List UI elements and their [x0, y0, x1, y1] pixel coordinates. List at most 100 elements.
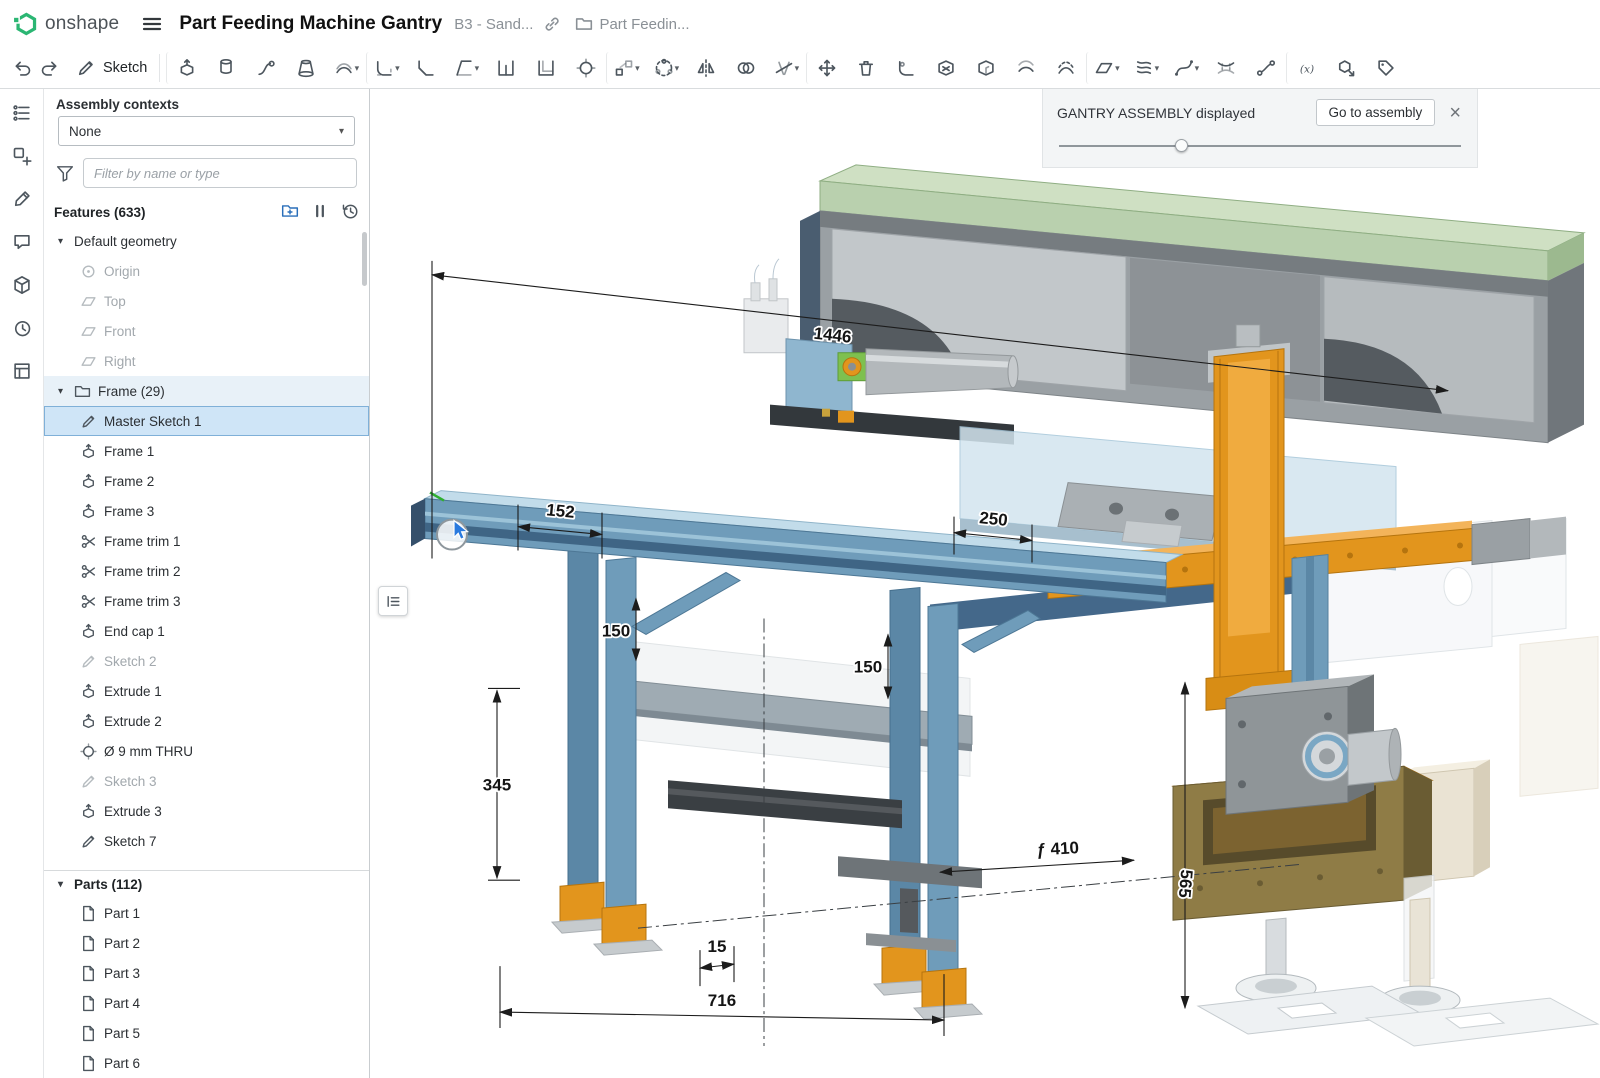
rail-history-button[interactable]: [7, 314, 37, 342]
tool-hole[interactable]: [566, 52, 606, 84]
tool-move-face[interactable]: [966, 52, 1006, 84]
tool-draft-caret-icon[interactable]: ▾: [475, 63, 480, 74]
dim-15[interactable]: 15: [708, 937, 727, 956]
tool-fillet-caret-icon[interactable]: ▾: [395, 63, 400, 74]
tool-tag[interactable]: [1366, 52, 1406, 84]
feature-row-default-geometry[interactable]: ▾Default geometry: [44, 226, 369, 256]
tool-fit-spline[interactable]: ▾: [1166, 52, 1206, 84]
tree-scrollbar[interactable]: [362, 232, 367, 286]
parts-header[interactable]: ▾ Parts (112): [44, 870, 369, 898]
redo-button[interactable]: [36, 53, 64, 83]
tool-extrude[interactable]: [166, 52, 206, 84]
version-label[interactable]: B3 - Sand...: [454, 16, 533, 33]
tool-bridging-curve[interactable]: [1246, 52, 1286, 84]
rail-insert-button[interactable]: [7, 142, 37, 170]
feature-row-sketch-7[interactable]: Sketch 7: [44, 826, 369, 856]
sketch-button[interactable]: Sketch: [68, 54, 160, 82]
rollback-button[interactable]: [341, 202, 359, 223]
feature-row-9-mm-thru[interactable]: Ø 9 mm THRU: [44, 736, 369, 766]
tool-draft[interactable]: ▾: [446, 52, 486, 84]
part-row-part-2[interactable]: Part 2: [44, 928, 369, 958]
tool-helix[interactable]: ▾: [1126, 52, 1166, 84]
tool-linear-pattern-caret-icon[interactable]: ▾: [635, 63, 640, 74]
tool-split-caret-icon[interactable]: ▾: [795, 63, 800, 74]
onshape-logo[interactable]: onshape: [12, 11, 119, 37]
caret-down-icon[interactable]: ▾: [54, 879, 67, 890]
tool-thicken[interactable]: ▾: [326, 52, 366, 84]
dim-345[interactable]: 345: [483, 775, 511, 794]
tool-delete-face[interactable]: [926, 52, 966, 84]
caret-down-icon[interactable]: ▾: [54, 386, 67, 397]
tool-derived[interactable]: [1326, 52, 1366, 84]
feature-row-extrude-1[interactable]: Extrude 1: [44, 676, 369, 706]
main-menu-button[interactable]: [139, 11, 165, 37]
rail-feature-list-button[interactable]: [7, 99, 37, 127]
feature-list-toggle-button[interactable]: [378, 586, 408, 616]
feature-row-end-cap-1[interactable]: End cap 1: [44, 616, 369, 646]
part-row-part-4[interactable]: Part 4: [44, 988, 369, 1018]
feature-row-frame-2[interactable]: Frame 2: [44, 466, 369, 496]
tool-variable[interactable]: (x): [1286, 52, 1326, 84]
feature-row-origin[interactable]: Origin: [44, 256, 369, 286]
feature-row-front[interactable]: Front: [44, 316, 369, 346]
tool-shell[interactable]: [526, 52, 566, 84]
rail-appearance-button[interactable]: [7, 185, 37, 213]
part-row-part-1[interactable]: Part 1: [44, 898, 369, 928]
feature-row-frame-1[interactable]: Frame 1: [44, 436, 369, 466]
part-row-part-6[interactable]: Part 6: [44, 1048, 369, 1078]
tool-projected-curve[interactable]: [1206, 52, 1246, 84]
tool-plane[interactable]: ▾: [1086, 52, 1126, 84]
part-row-part-3[interactable]: Part 3: [44, 958, 369, 988]
model-canvas[interactable]: 1446 152 250 150 150 345 ƒ 410: [370, 89, 1600, 1078]
feature-row-extrude-2[interactable]: Extrude 2: [44, 706, 369, 736]
tool-revolve[interactable]: [206, 52, 246, 84]
toast-close-icon[interactable]: ×: [1447, 103, 1463, 123]
feature-row-frame-29[interactable]: ▾Frame (29): [44, 376, 369, 406]
dim-152[interactable]: 152: [546, 500, 576, 522]
feature-row-sketch-2[interactable]: Sketch 2: [44, 646, 369, 676]
tool-chamfer[interactable]: [406, 52, 446, 84]
gantry-housing[interactable]: [800, 165, 1584, 443]
go-to-assembly-button[interactable]: Go to assembly: [1316, 99, 1436, 126]
feature-row-master-sketch-1[interactable]: Master Sketch 1: [44, 406, 369, 436]
model-viewport[interactable]: 1446 152 250 150 150 345 ƒ 410: [370, 89, 1600, 1078]
feature-row-extrude-3[interactable]: Extrude 3: [44, 796, 369, 826]
slider-track[interactable]: [1059, 145, 1461, 147]
create-folder-button[interactable]: [281, 202, 299, 223]
tool-rib[interactable]: [486, 52, 526, 84]
feature-row-right[interactable]: Right: [44, 346, 369, 376]
feature-row-frame-trim-1[interactable]: Frame trim 1: [44, 526, 369, 556]
tool-modify-fillet[interactable]: [886, 52, 926, 84]
tool-fit-spline-caret-icon[interactable]: ▾: [1195, 63, 1200, 74]
tool-boolean[interactable]: [726, 52, 766, 84]
dim-150b[interactable]: 150: [854, 657, 882, 676]
tool-replace-face[interactable]: [1006, 52, 1046, 84]
dim-150a[interactable]: 150: [602, 621, 630, 640]
dim-410[interactable]: ƒ 410: [1036, 838, 1079, 859]
feature-filter-input[interactable]: [83, 158, 357, 188]
rail-comments-button[interactable]: [7, 228, 37, 256]
tool-transform[interactable]: [806, 52, 846, 84]
z-axis-tower[interactable]: [1206, 325, 1292, 711]
dim-716[interactable]: 716: [708, 991, 736, 1010]
part-row-part-5[interactable]: Part 5: [44, 1018, 369, 1048]
rail-export-button[interactable]: [7, 271, 37, 299]
suppress-button[interactable]: [311, 202, 329, 223]
tool-loft[interactable]: [286, 52, 326, 84]
slider-handle[interactable]: [1175, 139, 1188, 152]
feature-row-frame-trim-3[interactable]: Frame trim 3: [44, 586, 369, 616]
feature-row-top[interactable]: Top: [44, 286, 369, 316]
tool-delete-part[interactable]: [846, 52, 886, 84]
tool-circular-pattern-caret-icon[interactable]: ▾: [675, 63, 680, 74]
frame-structure[interactable]: [411, 491, 1182, 1019]
undo-button[interactable]: [8, 53, 36, 83]
dim-250[interactable]: 250: [978, 508, 1008, 530]
feature-row-sketch-3[interactable]: Sketch 3: [44, 766, 369, 796]
tool-linear-pattern[interactable]: ▾: [606, 52, 646, 84]
tool-thicken-caret-icon[interactable]: ▾: [355, 63, 360, 74]
tool-fillet[interactable]: ▾: [366, 52, 406, 84]
tool-circular-pattern[interactable]: ▾: [646, 52, 686, 84]
tool-split[interactable]: ▾: [766, 52, 806, 84]
filter-funnel-icon[interactable]: [56, 164, 74, 182]
dim-565[interactable]: 565: [1175, 869, 1196, 899]
